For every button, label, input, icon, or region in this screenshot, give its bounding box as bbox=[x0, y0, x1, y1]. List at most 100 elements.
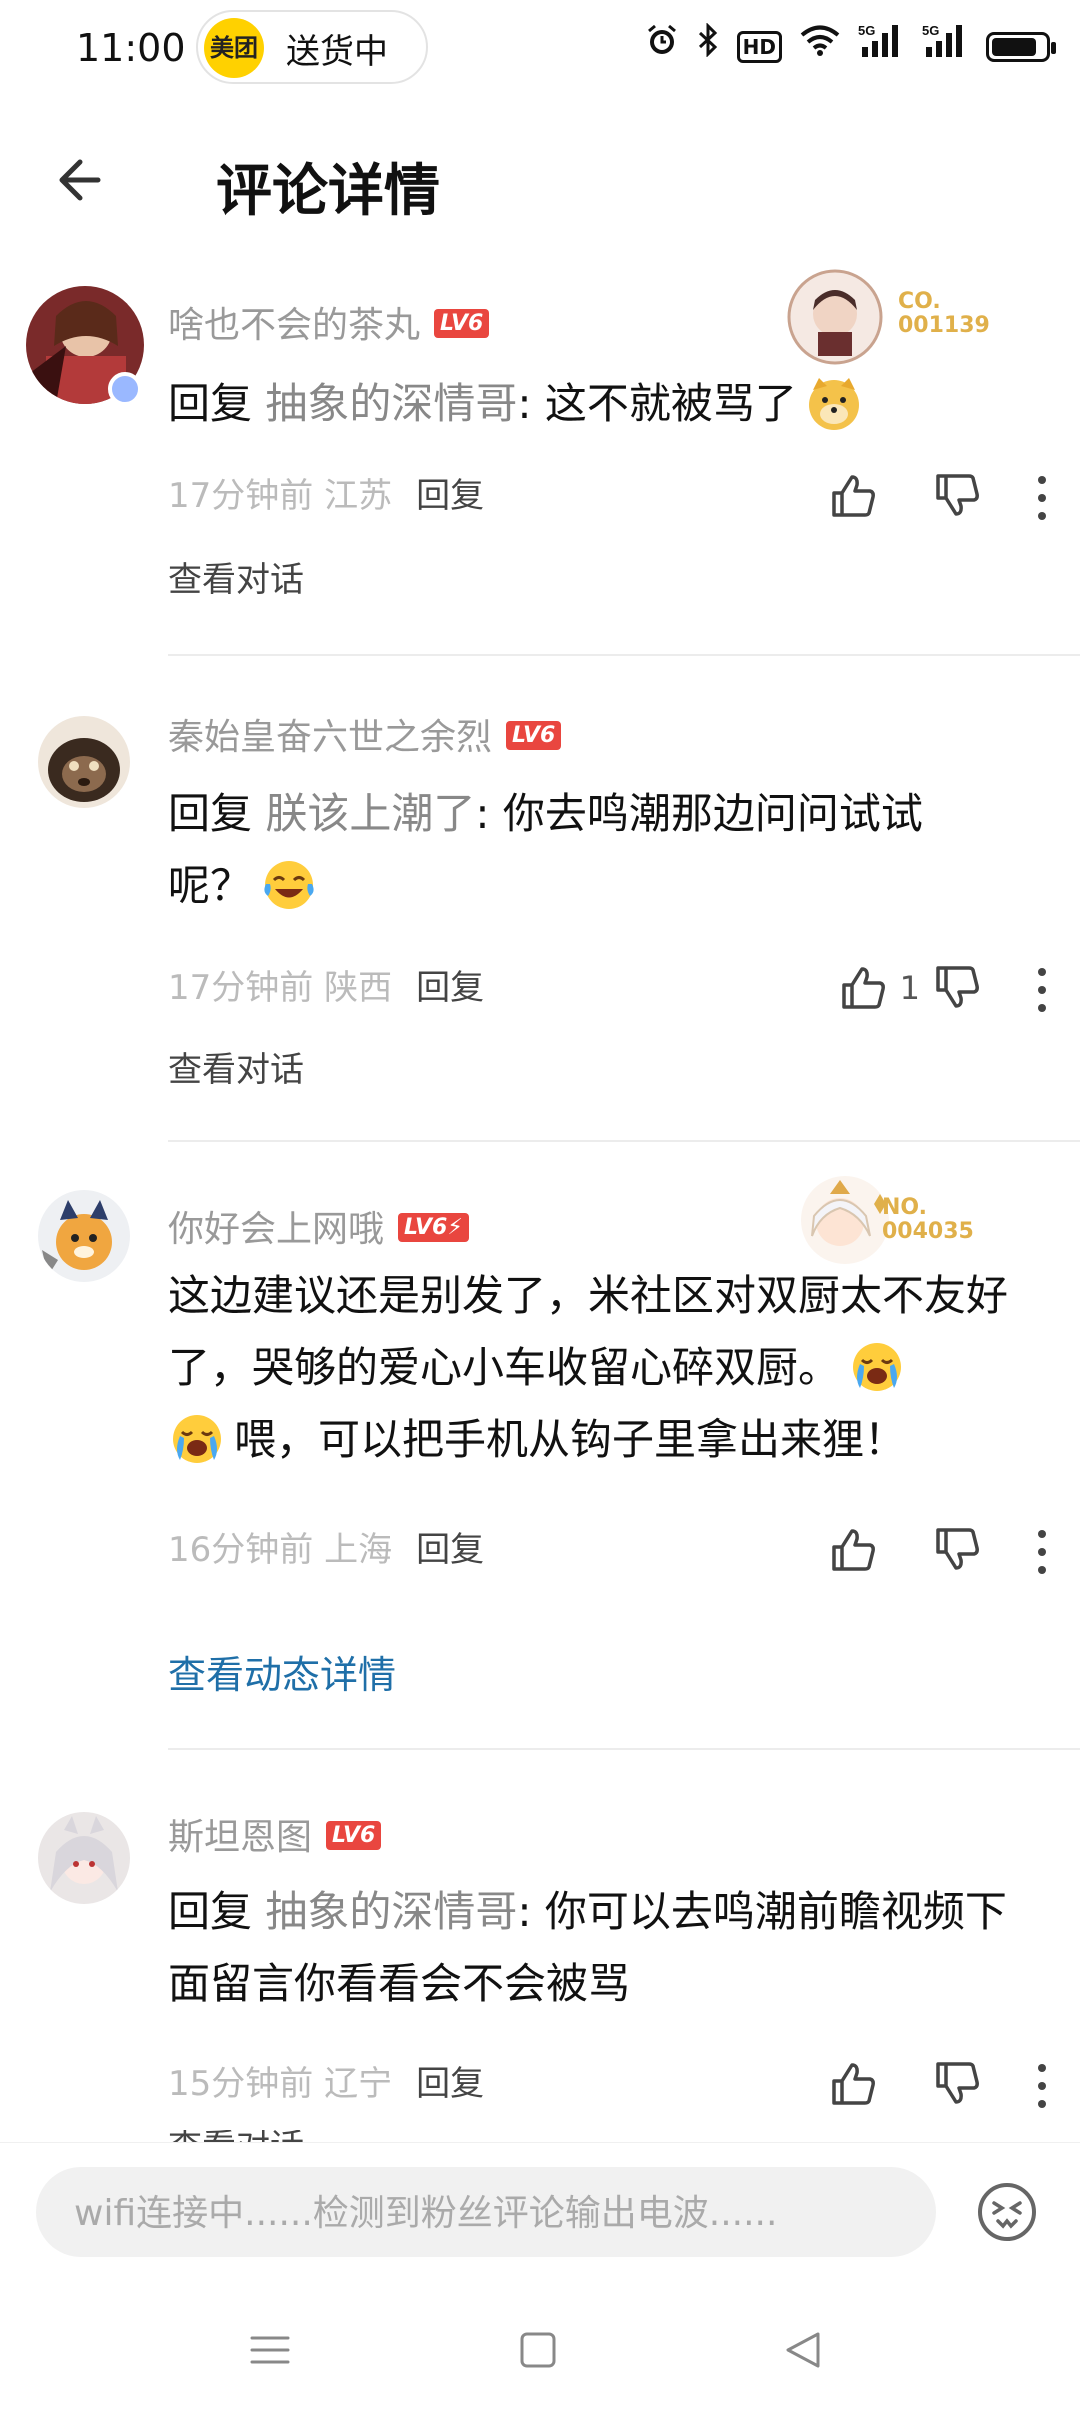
view-post-detail-link[interactable]: 查看动态详情 bbox=[168, 1644, 396, 1699]
level-badge: LV6 bbox=[434, 308, 490, 338]
comment-location: 上海 bbox=[324, 1530, 393, 1570]
signal-5g-icon: 5G bbox=[858, 23, 904, 71]
divider bbox=[168, 654, 1080, 656]
comment-text: 回复 朕该上潮了: 你去鸣潮那边问问试试呢？ bbox=[168, 778, 988, 922]
thumbs-up-icon bbox=[832, 475, 875, 517]
home-icon[interactable] bbox=[508, 2320, 568, 2380]
alarm-icon bbox=[645, 23, 679, 71]
comment-input-wrapper bbox=[36, 2167, 936, 2259]
reply-button[interactable]: 回复 bbox=[416, 476, 484, 516]
comment-meta: 16分钟前 上海 回复 bbox=[168, 1522, 484, 1571]
more-options-icon[interactable] bbox=[1032, 966, 1052, 1014]
like-button[interactable] bbox=[830, 2054, 890, 2114]
reply-target[interactable]: 朕该上潮了 bbox=[265, 789, 475, 838]
thumbs-down-icon[interactable] bbox=[934, 2060, 980, 2106]
more-options-icon[interactable] bbox=[1032, 1528, 1052, 1576]
reply-button[interactable]: 回复 bbox=[416, 968, 484, 1008]
thumbs-down-icon[interactable] bbox=[934, 964, 980, 1010]
comment-meta: 17分钟前 江苏 回复 bbox=[168, 468, 484, 517]
bluetooth-icon bbox=[697, 22, 719, 71]
emoji-button[interactable] bbox=[976, 2181, 1038, 2243]
view-conversation-link[interactable]: 查看对话 bbox=[168, 552, 304, 601]
comment-actions: 1 bbox=[720, 958, 1080, 1018]
crying-emoji bbox=[168, 1410, 226, 1468]
username[interactable]: 啥也不会的茶丸 LV6 bbox=[168, 296, 490, 348]
comment-text: 这边建议还是别发了，米社区对双厨太不友好了，哭够的爱心小车收留心碎双厨。 喂，可以… bbox=[168, 1260, 1028, 1476]
comment-actions bbox=[720, 466, 1080, 526]
username[interactable]: 斯坦恩图 LV6 bbox=[168, 1808, 382, 1860]
level-badge: LV6 bbox=[506, 720, 562, 750]
comment-text: 回复 抽象的深情哥: 你可以去鸣潮前瞻视频下面留言你看看会不会被骂 bbox=[168, 1887, 1007, 2008]
status-icons: HD 5G 5G bbox=[645, 22, 1056, 71]
comment-location: 江苏 bbox=[324, 476, 393, 516]
status-bar: 11:00 美团 送货中 HD 5G 5G bbox=[0, 0, 1080, 96]
comment-actions bbox=[720, 1520, 1080, 1580]
page-header: 评论详情 bbox=[0, 120, 1080, 240]
comment-item: 啥也不会的茶丸 LV6 CO. 001139 回复 抽象的深情哥: 这不就被骂了 … bbox=[0, 269, 1080, 656]
hd-icon: HD bbox=[736, 31, 782, 63]
comment-location: 陕西 bbox=[324, 968, 393, 1008]
more-options-icon[interactable] bbox=[1032, 2062, 1052, 2110]
page-title: 评论详情 bbox=[216, 159, 440, 224]
comment-location: 辽宁 bbox=[324, 2064, 393, 2104]
verified-badge bbox=[108, 372, 142, 406]
like-button[interactable] bbox=[830, 1520, 890, 1580]
signal-5g-icon: 5G bbox=[922, 23, 968, 71]
username[interactable]: 你好会上网哦 LV6⚡ bbox=[168, 1200, 469, 1252]
avatar[interactable] bbox=[38, 1190, 130, 1282]
svg-text:5G: 5G bbox=[858, 23, 875, 38]
thumbs-up-icon bbox=[841, 967, 885, 1009]
like-button[interactable] bbox=[830, 466, 890, 526]
avatar[interactable] bbox=[38, 1812, 130, 1904]
emoji-icon bbox=[978, 2183, 1036, 2241]
laugh-cry-emoji bbox=[260, 856, 318, 914]
comment-item: 斯坦恩图 LV6 回复 抽象的深情哥: 你可以去鸣潮前瞻视频下面留言你看看会不会被… bbox=[0, 1800, 1080, 2144]
battery-level bbox=[992, 38, 1036, 56]
reply-target[interactable]: 抽象的深情哥 bbox=[265, 1887, 517, 1936]
battery-icon bbox=[986, 32, 1056, 62]
more-options-icon[interactable] bbox=[1032, 474, 1052, 522]
crying-emoji bbox=[848, 1338, 906, 1396]
back-button[interactable] bbox=[48, 150, 120, 210]
divider bbox=[168, 1140, 1080, 1142]
comment-time: 17分钟前 bbox=[168, 968, 314, 1008]
svg-text:5G: 5G bbox=[922, 23, 939, 38]
system-nav-bar bbox=[0, 2280, 1080, 2408]
back-triangle-icon[interactable] bbox=[774, 2320, 834, 2380]
thumbs-down-icon[interactable] bbox=[934, 472, 980, 518]
comment-time: 17分钟前 bbox=[168, 476, 314, 516]
meituan-logo: 美团 bbox=[204, 18, 264, 78]
comment-input[interactable] bbox=[72, 2167, 896, 2259]
collection-badge: NO. 004035 bbox=[790, 1164, 990, 1274]
thumbs-up-icon bbox=[832, 1529, 875, 1571]
reply-button[interactable]: 回复 bbox=[416, 1530, 484, 1570]
thumbs-down-icon[interactable] bbox=[934, 1526, 980, 1572]
wifi-icon bbox=[800, 24, 840, 70]
delivery-status-text: 送货中 bbox=[286, 32, 388, 72]
thumbs-up-icon bbox=[832, 2063, 875, 2105]
reply-target[interactable]: 抽象的深情哥 bbox=[265, 379, 517, 428]
doge-emoji bbox=[805, 374, 863, 432]
divider bbox=[168, 1748, 1080, 1750]
comment-item: 秦始皇奋六世之余烈 LV6 回复 朕该上潮了: 你去鸣潮那边问问试试呢？ 17分钟… bbox=[0, 700, 1080, 1142]
comment-time: 16分钟前 bbox=[168, 1530, 314, 1570]
menu-icon[interactable] bbox=[240, 2320, 300, 2380]
arrow-left-icon bbox=[59, 159, 101, 201]
status-time: 11:00 bbox=[76, 26, 186, 70]
comment-text: 回复 抽象的深情哥: 这不就被骂了 bbox=[168, 368, 1028, 440]
collection-badge: CO. 001139 bbox=[780, 262, 990, 372]
comment-meta: 15分钟前 辽宁 回复 bbox=[168, 2056, 484, 2105]
avatar[interactable] bbox=[38, 716, 130, 808]
level-badge: LV6 bbox=[326, 1820, 382, 1850]
username[interactable]: 秦始皇奋六世之余烈 LV6 bbox=[168, 708, 562, 760]
level-badge: LV6⚡ bbox=[398, 1212, 469, 1242]
delivery-status-pill[interactable]: 美团 送货中 bbox=[196, 10, 428, 84]
badge-number: CO. 001139 bbox=[898, 289, 990, 338]
view-conversation-link[interactable]: 查看对话 bbox=[168, 1042, 304, 1091]
like-button[interactable]: 1 bbox=[840, 958, 920, 1018]
comment-meta: 17分钟前 陕西 回复 bbox=[168, 960, 484, 1009]
character-badge-icon bbox=[787, 269, 883, 365]
reply-button[interactable]: 回复 bbox=[416, 2064, 484, 2104]
comment-item: 你好会上网哦 LV6⚡ NO. 004035 这边建议还是别发了，米社区对双厨太不… bbox=[0, 1176, 1080, 1750]
comment-actions bbox=[720, 2054, 1080, 2114]
